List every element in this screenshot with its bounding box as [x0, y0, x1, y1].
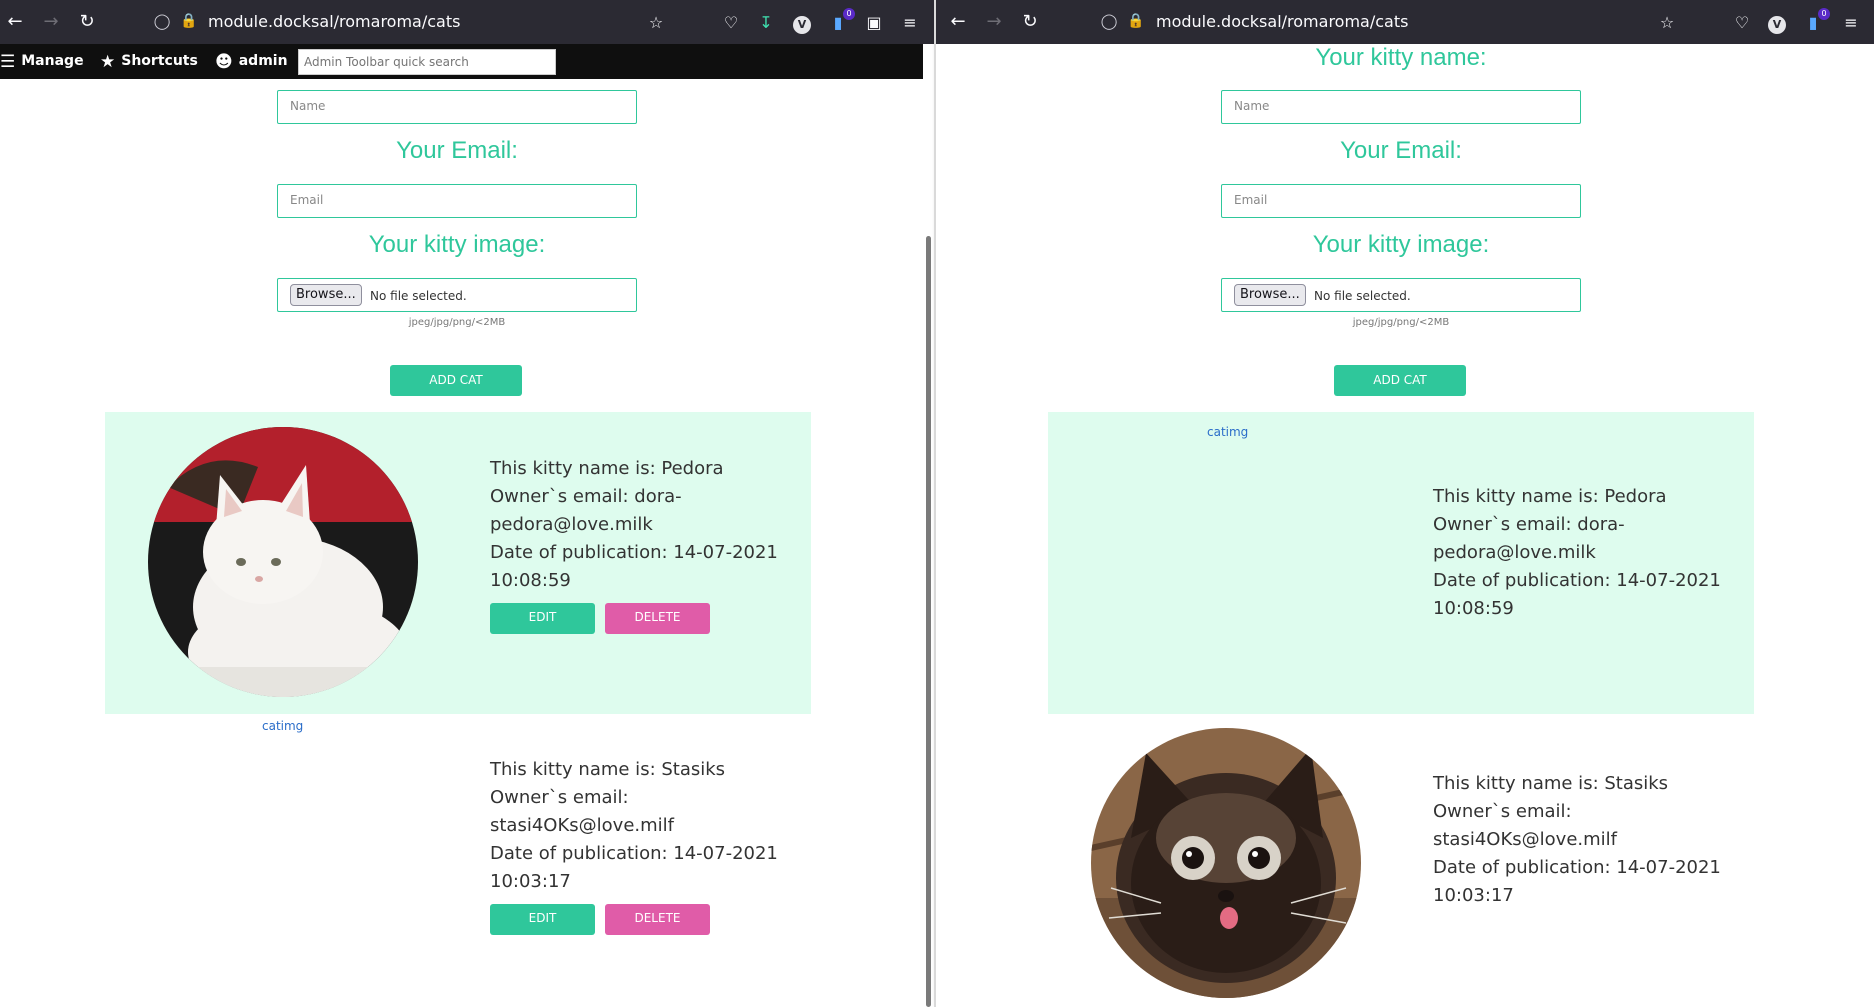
name-input[interactable]: Name — [1221, 90, 1581, 124]
page-content-right: Your kitty name: Name Your Email: Email … — [936, 44, 1874, 1007]
image-file-input[interactable]: Browse... No file selected. — [1221, 278, 1581, 312]
reload-icon[interactable]: ↻ — [1020, 12, 1040, 32]
image-heading: Your kitty image: — [1312, 231, 1490, 258]
email-input[interactable]: Email — [277, 184, 637, 218]
cat-publication-date: Date of publication: 14-07-2021 — [490, 542, 778, 563]
broken-image-alt: catimg — [1207, 425, 1249, 439]
cat-publication-date: Date of publication: 14-07-2021 — [1433, 857, 1721, 878]
edit-button[interactable]: EDIT — [490, 904, 595, 935]
cat-card: catimg This kitty name is: Pedora Owner`… — [1048, 412, 1754, 714]
insecure-lock-icon[interactable]: 🔒 — [180, 11, 197, 31]
extension-notification-icon[interactable]: ▮ 0 — [1802, 8, 1830, 34]
dark-cat-image — [1091, 728, 1361, 998]
cat-owner-email: Owner`s email: — [1433, 801, 1572, 822]
cat-publication-time: 10:08:59 — [490, 570, 571, 591]
browser-toolbar: ← → ↻ ◯ 🔒 module.docksal/romaroma/cats ☆… — [0, 0, 935, 44]
extension-v-icon[interactable]: V — [1766, 12, 1788, 34]
cat-card: This kitty name is: Stasiks Owner`s emai… — [1048, 714, 1754, 1007]
tracking-shield-icon[interactable]: ◯ — [153, 12, 171, 30]
cat-publication-date: Date of publication: 14-07-2021 — [490, 843, 778, 864]
page-scrollbar-thumb[interactable] — [926, 236, 931, 1007]
delete-button[interactable]: DELETE — [605, 904, 710, 935]
cat-owner-email: Owner`s email: — [490, 787, 629, 808]
image-file-input[interactable]: Browse... No file selected. — [277, 278, 637, 312]
reload-icon[interactable]: ↻ — [77, 12, 97, 32]
insecure-lock-icon[interactable]: 🔒 — [1127, 11, 1144, 31]
extension-notification-icon[interactable]: ▮ 0 — [827, 8, 855, 34]
page-content-left: Name Your Email: Email Your kitty image:… — [0, 44, 923, 1007]
cat-publication-time: 10:03:17 — [490, 871, 571, 892]
add-cat-button[interactable]: ADD CAT — [390, 365, 522, 396]
cat-publication-time: 10:03:17 — [1433, 885, 1514, 906]
forward-icon[interactable]: → — [41, 12, 61, 32]
cat-publication-date: Date of publication: 14-07-2021 — [1433, 570, 1721, 591]
extension-v-icon[interactable]: V — [791, 12, 813, 34]
email-input[interactable]: Email — [1221, 184, 1581, 218]
cat-owner-email-cont: pedora@love.milk — [490, 514, 653, 535]
menu-hamburger-icon[interactable]: ≡ — [899, 12, 921, 34]
browse-button[interactable]: Browse... — [290, 284, 362, 306]
url-bar[interactable]: module.docksal/romaroma/cats — [1156, 12, 1408, 32]
file-status: No file selected. — [370, 289, 467, 303]
name-input[interactable]: Name — [277, 90, 637, 124]
back-icon[interactable]: ← — [5, 12, 25, 32]
cat-name: This kitty name is: Stasiks — [490, 759, 726, 780]
delete-button[interactable]: DELETE — [605, 603, 710, 634]
cat-publication-time: 10:08:59 — [1433, 598, 1514, 619]
file-hint: jpeg/jpg/png/<2MB — [408, 317, 506, 328]
image-heading: Your kitty image: — [368, 231, 546, 258]
cat-owner-email-cont: pedora@love.milk — [1433, 542, 1596, 563]
cat-card: This kitty name is: Pedora Owner`s email… — [105, 412, 811, 714]
email-heading: Your Email: — [1340, 137, 1462, 164]
pocket-icon[interactable]: ♡ — [720, 12, 742, 34]
add-cat-button[interactable]: ADD CAT — [1334, 365, 1466, 396]
cat-owner-email: Owner`s email: dora- — [1433, 514, 1625, 535]
bookmark-star-icon[interactable]: ☆ — [645, 12, 667, 34]
edit-button[interactable]: EDIT — [490, 603, 595, 634]
url-bar[interactable]: module.docksal/romaroma/cats — [208, 12, 460, 32]
browser-window-left: ← → ↻ ◯ 🔒 module.docksal/romaroma/cats ☆… — [0, 0, 935, 1007]
browser-toolbar: ← → ↻ ◯ 🔒 module.docksal/romaroma/cats ☆… — [936, 0, 1874, 44]
cat-name: This kitty name is: Pedora — [490, 458, 724, 479]
broken-image-alt: catimg — [262, 719, 304, 733]
browse-button[interactable]: Browse... — [1234, 284, 1306, 306]
cat-name: This kitty name is: Pedora — [1433, 486, 1667, 507]
extension-avatar-icon[interactable]: ▣ — [863, 12, 885, 34]
email-heading: Your Email: — [396, 137, 518, 164]
file-status: No file selected. — [1314, 289, 1411, 303]
cat-card: catimg This kitty name is: Stasiks Owner… — [105, 714, 811, 1007]
cat-owner-email-cont: stasi4OKs@love.milf — [1433, 829, 1617, 850]
forward-icon[interactable]: → — [984, 12, 1004, 32]
menu-hamburger-icon[interactable]: ≡ — [1840, 12, 1862, 34]
cat-owner-email: Owner`s email: dora- — [490, 486, 682, 507]
download-icon[interactable]: ↧ — [755, 12, 777, 34]
name-heading: Your kitty name: — [1315, 44, 1487, 71]
browser-window-right: ← → ↻ ◯ 🔒 module.docksal/romaroma/cats ☆… — [936, 0, 1874, 1007]
cat-photo — [148, 427, 418, 697]
bookmark-star-icon[interactable]: ☆ — [1656, 12, 1678, 34]
pocket-icon[interactable]: ♡ — [1731, 12, 1753, 34]
file-hint: jpeg/jpg/png/<2MB — [1352, 317, 1450, 328]
back-icon[interactable]: ← — [948, 12, 968, 32]
cat-name: This kitty name is: Stasiks — [1433, 773, 1669, 794]
tracking-shield-icon[interactable]: ◯ — [1100, 12, 1118, 30]
white-cat-image — [148, 427, 418, 697]
cat-owner-email-cont: stasi4OKs@love.milf — [490, 815, 674, 836]
cat-photo — [1091, 728, 1361, 998]
